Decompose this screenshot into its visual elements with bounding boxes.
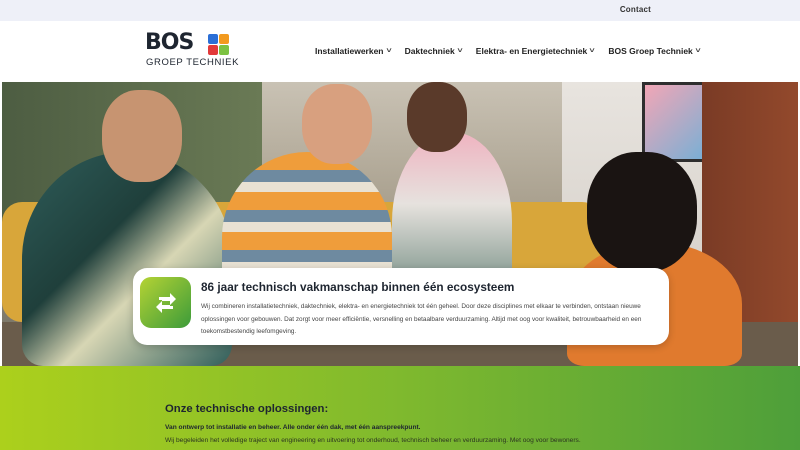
intro-card: 86 jaar technisch vakmanschap binnen één… <box>133 268 669 345</box>
hero-person-man-head <box>102 90 182 182</box>
contact-link[interactable]: Contact <box>620 5 651 14</box>
logo-subtitle: GROEP TECHNIEK <box>146 57 240 68</box>
chevron-down-icon: ˅ <box>589 47 596 55</box>
hero-person-woman-head <box>302 84 372 164</box>
solutions-lead: Van ontwerp tot installatie en beheer. A… <box>165 424 421 431</box>
nav-item-daktechniek[interactable]: Daktechniek ˅ <box>404 46 463 56</box>
logo-tiles-icon <box>208 34 230 56</box>
refresh-arrows-icon <box>140 277 191 328</box>
solutions-section: Onze technische oplossingen: Van ontwerp… <box>0 366 800 450</box>
nav-item-elektra-energietechniek[interactable]: Elektra- en Energietechniek ˅ <box>476 46 595 56</box>
intro-card-title: 86 jaar technisch vakmanschap binnen één… <box>201 280 515 294</box>
top-bar: Contact <box>0 0 800 21</box>
nav-item-label: BOS Groep Techniek <box>608 46 693 56</box>
chevron-down-icon: ˅ <box>457 47 463 55</box>
nav-item-label: Installatiewerken <box>315 46 384 56</box>
chevron-down-icon: ˅ <box>695 47 701 55</box>
site-header: BOS GROEP TECHNIEK Installatiewerken ˅ D… <box>0 21 800 82</box>
solutions-heading: Onze technische oplossingen: <box>165 403 329 415</box>
logo-tile-red <box>208 45 218 55</box>
logo-word: BOS <box>145 30 194 55</box>
nav-item-installatiewerken[interactable]: Installatiewerken ˅ <box>315 46 391 56</box>
solutions-body: Wij begeleiden het volledige traject van… <box>165 437 581 444</box>
nav-item-label: Elektra- en Energietechniek <box>475 46 588 56</box>
nav-item-label: Daktechniek <box>404 46 455 56</box>
nav-item-bos-groep-techniek[interactable]: BOS Groep Techniek ˅ <box>608 46 701 56</box>
logo-tile-green <box>219 45 229 55</box>
hero-person-woman-right-head <box>587 152 697 272</box>
chevron-down-icon: ˅ <box>385 47 392 55</box>
intro-card-text: Wij combineren installatietechniek, dakt… <box>201 303 642 336</box>
main-nav: Installatiewerken ˅ Daktechniek ˅ Elektr… <box>315 46 700 56</box>
hero-person-child-head <box>407 82 467 152</box>
logo-tile-orange <box>219 34 229 44</box>
logo-tile-blue <box>208 34 218 44</box>
logo[interactable]: BOS GROEP TECHNIEK <box>145 30 238 72</box>
